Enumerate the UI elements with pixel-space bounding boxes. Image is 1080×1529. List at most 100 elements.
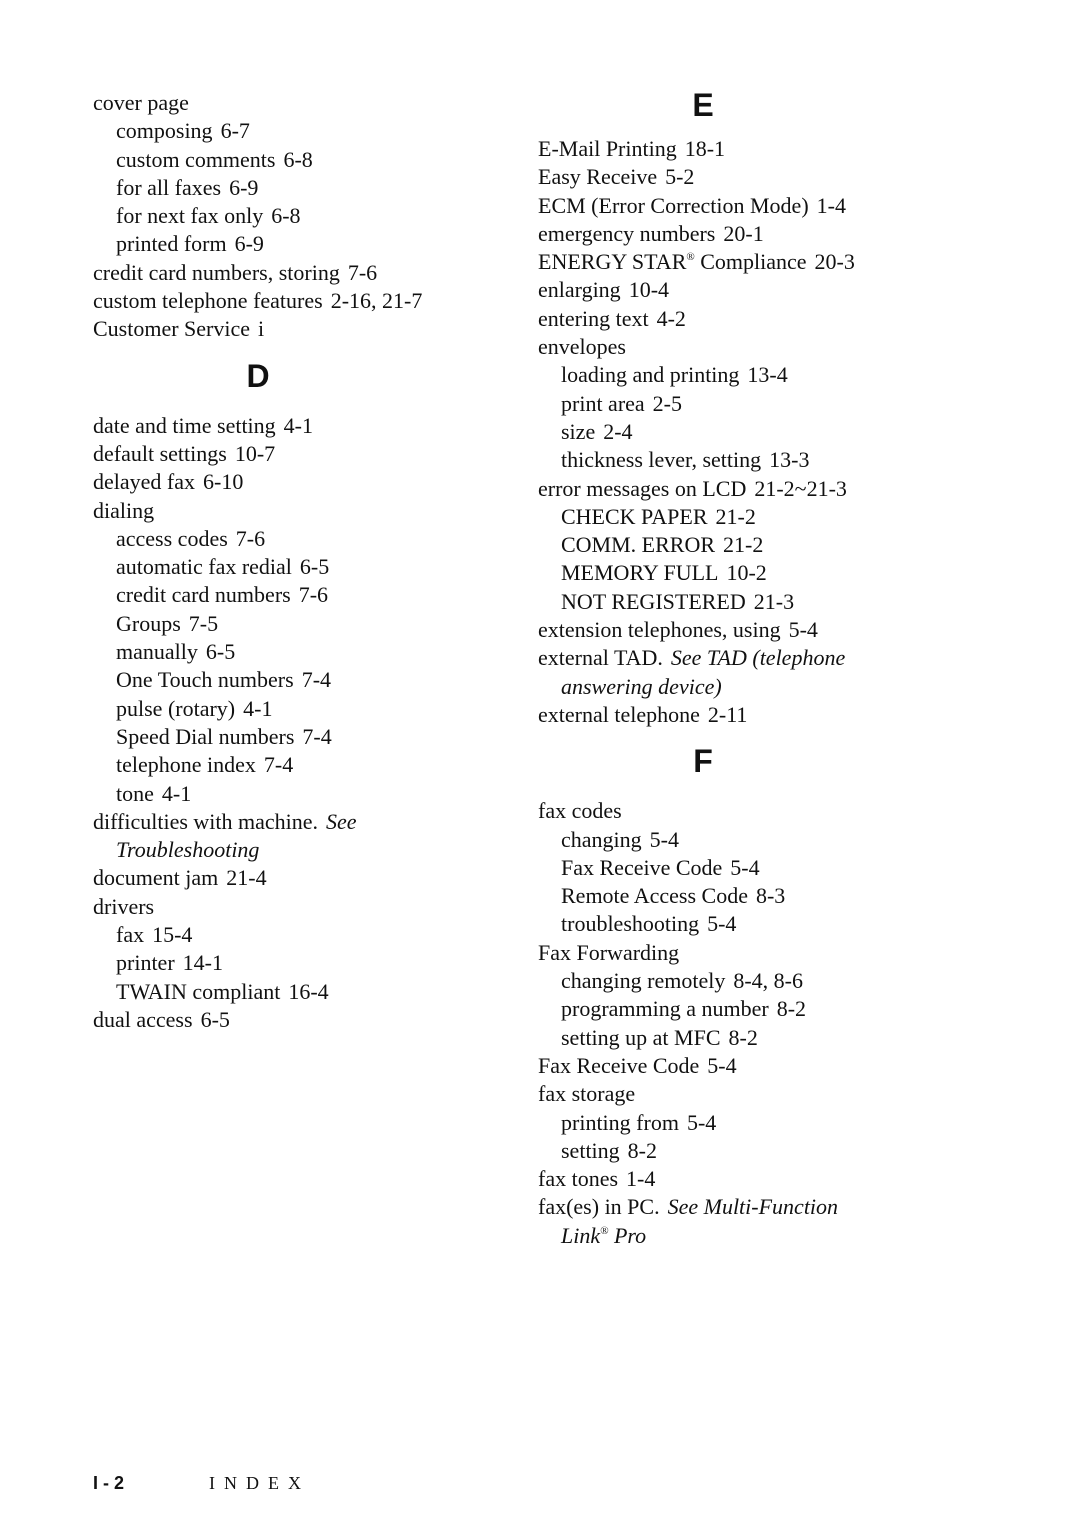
- page-reference[interactable]: 21-3: [754, 589, 794, 614]
- see-reference-target[interactable]: Troubleshooting: [93, 836, 513, 864]
- index-entry: fax storage: [538, 1080, 958, 1108]
- page-reference[interactable]: 2-11: [708, 702, 748, 727]
- page-reference[interactable]: 5-4: [650, 827, 679, 852]
- index-subentry: Remote Access Code 8-3: [538, 882, 958, 910]
- index-column-left: cover page composing 6-7 custom comments 6-8…: [93, 89, 513, 1034]
- index-subentry: size 2-4: [538, 418, 958, 446]
- page-reference[interactable]: 5-4: [707, 911, 736, 936]
- see-reference-continued[interactable]: answering device): [538, 673, 958, 701]
- index-subentry: for all faxes 6-9: [93, 174, 513, 202]
- page-reference[interactable]: 8-2: [628, 1138, 657, 1163]
- see-reference[interactable]: See TAD (telephone: [671, 645, 845, 670]
- entry-term: E-Mail Printing: [538, 136, 677, 161]
- page-reference[interactable]: 13-4: [747, 362, 787, 387]
- page-reference[interactable]: 2-4: [603, 419, 632, 444]
- page-reference[interactable]: 8-2: [729, 1025, 758, 1050]
- page-reference[interactable]: 7-6: [299, 582, 328, 607]
- page-reference[interactable]: 6-5: [201, 1007, 230, 1032]
- index-entry: Fax Receive Code 5-4: [538, 1052, 958, 1080]
- see-target-name: Link: [561, 1222, 601, 1248]
- page-reference[interactable]: 5-4: [789, 617, 818, 642]
- page-reference[interactable]: 10-7: [235, 441, 275, 466]
- page-reference[interactable]: 20-3: [815, 249, 855, 274]
- entry-term: error messages on LCD: [538, 475, 747, 501]
- d-entries-2: document jam 21-4 drivers fax 15-4 printer 14-…: [93, 864, 513, 1034]
- page-reference[interactable]: i: [258, 316, 264, 341]
- page-reference[interactable]: 7-4: [302, 724, 331, 749]
- page-reference[interactable]: 4-1: [243, 696, 272, 721]
- entry-term: Fax Forwarding: [538, 939, 680, 965]
- page-reference[interactable]: 7-4: [302, 667, 331, 692]
- index-subentry: troubleshooting 5-4: [538, 910, 958, 938]
- page-reference[interactable]: 15-4: [152, 922, 192, 947]
- registered-mark: ®: [600, 1224, 609, 1237]
- index-subentry: credit card numbers 7-6: [93, 581, 513, 609]
- see-reference[interactable]: See: [326, 809, 357, 834]
- page-reference[interactable]: 1-4: [626, 1166, 655, 1191]
- index-entry: envelopes: [538, 333, 958, 361]
- entry-term: manually: [116, 639, 198, 665]
- entry-term: external TAD.: [538, 645, 663, 671]
- entry-term: changing remotely: [561, 968, 726, 994]
- page-reference[interactable]: 14-1: [183, 950, 223, 975]
- page-reference[interactable]: 1-4: [817, 193, 846, 218]
- index-subentry: TWAIN compliant 16-4: [93, 978, 513, 1006]
- page-reference[interactable]: 10-4: [629, 277, 669, 302]
- page-reference[interactable]: 6-5: [206, 639, 235, 664]
- index-subentry: thickness lever, setting 13-3: [538, 446, 958, 474]
- page-reference[interactable]: 6-9: [229, 175, 258, 200]
- page-reference[interactable]: 5-4: [687, 1110, 716, 1135]
- page-reference[interactable]: 18-1: [685, 136, 725, 161]
- entry-term: Remote Access Code: [561, 883, 748, 909]
- page-reference[interactable]: 21-4: [226, 865, 266, 890]
- page-reference[interactable]: 4-1: [284, 413, 313, 438]
- page-reference[interactable]: 2-5: [653, 391, 682, 416]
- page-reference[interactable]: 6-5: [300, 554, 329, 579]
- entry-term: cover page: [93, 90, 189, 115]
- page-reference[interactable]: 4-1: [162, 781, 191, 806]
- page-reference[interactable]: 6-8: [283, 147, 312, 172]
- f-entries: fax codes changing 5-4 Fax Receive Code 5-4 R…: [538, 797, 958, 1193]
- page-reference[interactable]: 6-10: [203, 469, 243, 494]
- page-reference[interactable]: 7-6: [348, 260, 377, 285]
- entry-term: printed form: [116, 231, 227, 257]
- page-reference[interactable]: 5-2: [665, 164, 694, 189]
- page-reference[interactable]: 2-16, 21-7: [331, 288, 423, 313]
- page-reference[interactable]: 6-9: [235, 231, 264, 256]
- see-reference-continued[interactable]: Link® Pro: [538, 1222, 958, 1250]
- index-subentry: printer 14-1: [93, 949, 513, 977]
- entry-term: troubleshooting: [561, 911, 700, 937]
- entry-term: dialing: [93, 497, 155, 523]
- index-subentry: Fax Receive Code 5-4: [538, 854, 958, 882]
- page-reference[interactable]: 10-2: [726, 560, 766, 585]
- page-reference[interactable]: 7-6: [236, 526, 265, 551]
- entry-term: fax(es) in PC.: [538, 1194, 660, 1220]
- entry-term: ENERGY STAR: [538, 249, 687, 275]
- page-reference[interactable]: 21-2: [723, 532, 763, 557]
- page-reference[interactable]: 8-3: [756, 883, 785, 908]
- page-reference[interactable]: 8-2: [777, 996, 806, 1021]
- entry-term: Fax Receive Code: [561, 854, 723, 880]
- entry-term: drivers: [93, 893, 155, 919]
- see-reference[interactable]: See Multi-Function: [668, 1194, 838, 1219]
- page-reference[interactable]: 21-2: [716, 504, 756, 529]
- page-reference[interactable]: 7-4: [264, 752, 293, 777]
- page-reference[interactable]: 8-4, 8-6: [733, 968, 803, 993]
- page-reference[interactable]: 5-4: [707, 1053, 736, 1078]
- entry-term: ECM (Error Correction Mode): [538, 192, 809, 218]
- page-reference[interactable]: 16-4: [288, 979, 328, 1004]
- page-reference[interactable]: 6-8: [271, 203, 300, 228]
- index-subentry: pulse (rotary) 4-1: [93, 695, 513, 723]
- page-reference[interactable]: 6-7: [221, 118, 250, 143]
- page-reference[interactable]: 7-5: [189, 611, 218, 636]
- entry-term: automatic fax redial: [116, 554, 292, 580]
- index-entry: Fax Forwarding: [538, 939, 958, 967]
- index-subentry: changing remotely 8-4, 8-6: [538, 967, 958, 995]
- index-entry: cover page: [93, 89, 513, 117]
- page-reference[interactable]: 20-1: [723, 221, 763, 246]
- index-subentry: programming a number 8-2: [538, 995, 958, 1023]
- page-reference[interactable]: 21-2~21-3: [754, 476, 847, 501]
- page-reference[interactable]: 5-4: [730, 855, 759, 880]
- page-reference[interactable]: 13-3: [769, 447, 809, 472]
- page-reference[interactable]: 4-2: [657, 306, 686, 331]
